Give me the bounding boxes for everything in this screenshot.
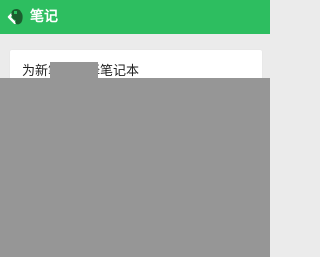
page-title: 笔记 [30, 9, 58, 25]
evernote-elephant-icon [10, 8, 24, 26]
dim-overlay [0, 78, 270, 257]
top-bar: 笔记 [0, 0, 270, 34]
overlay-tab [50, 62, 98, 80]
app-window: 笔记 为新笔记选择笔记本 [0, 0, 270, 257]
